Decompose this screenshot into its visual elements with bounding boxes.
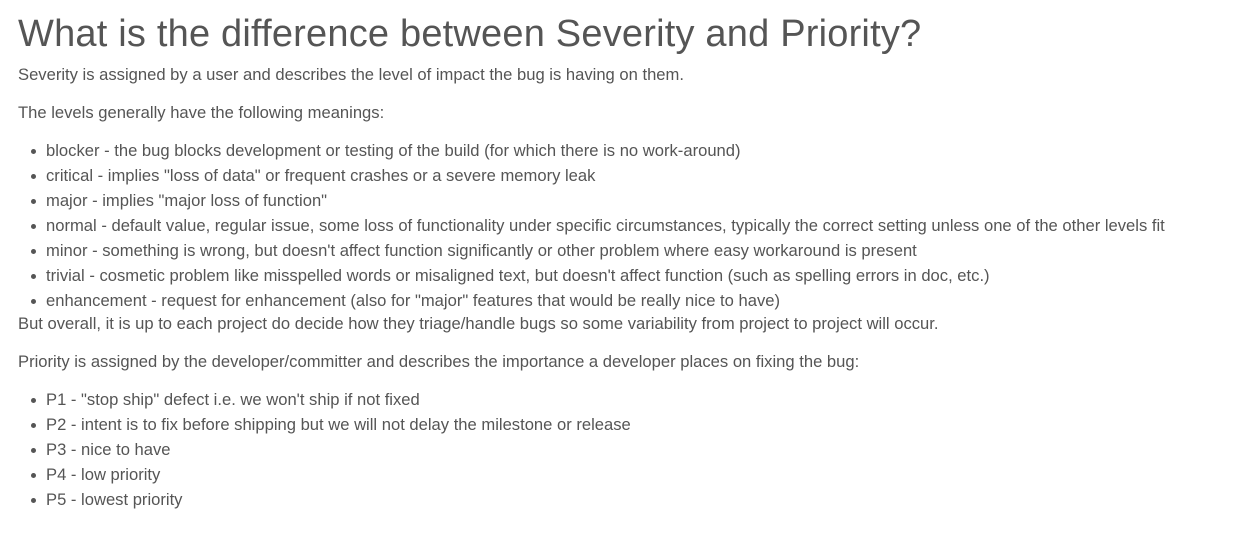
list-item-enhancement: enhancement - request for enhancement (a… [28, 288, 1237, 313]
list-item-p1: P1 - "stop ship" defect i.e. we won't sh… [28, 387, 1237, 412]
list-item-p3: P3 - nice to have [28, 437, 1237, 462]
list-item-minor: minor - something is wrong, but doesn't … [28, 238, 1237, 263]
list-item-critical: critical - implies "loss of data" or fre… [28, 163, 1237, 188]
severity-list: blocker - the bug blocks development or … [18, 138, 1237, 313]
list-item-major: major - implies "major loss of function" [28, 188, 1237, 213]
list-item-p2: P2 - intent is to fix before shipping bu… [28, 412, 1237, 437]
overall-note: But overall, it is up to each project do… [18, 314, 939, 333]
list-item-normal: normal - default value, regular issue, s… [28, 213, 1237, 238]
priority-list: P1 - "stop ship" defect i.e. we won't sh… [18, 387, 1237, 512]
levels-intro: The levels generally have the following … [18, 103, 385, 122]
list-item-trivial: trivial - cosmetic problem like misspell… [28, 263, 1237, 288]
priority-intro: Priority is assigned by the developer/co… [18, 352, 860, 371]
list-item-blocker: blocker - the bug blocks development or … [28, 138, 1237, 163]
faq-content: What is the difference between Severity … [0, 12, 1237, 512]
severity-intro: Severity is assigned by a user and descr… [18, 65, 684, 84]
page-title: What is the difference between Severity … [18, 13, 922, 55]
list-item-p5: P5 - lowest priority [28, 487, 1237, 512]
list-item-p4: P4 - low priority [28, 462, 1237, 487]
